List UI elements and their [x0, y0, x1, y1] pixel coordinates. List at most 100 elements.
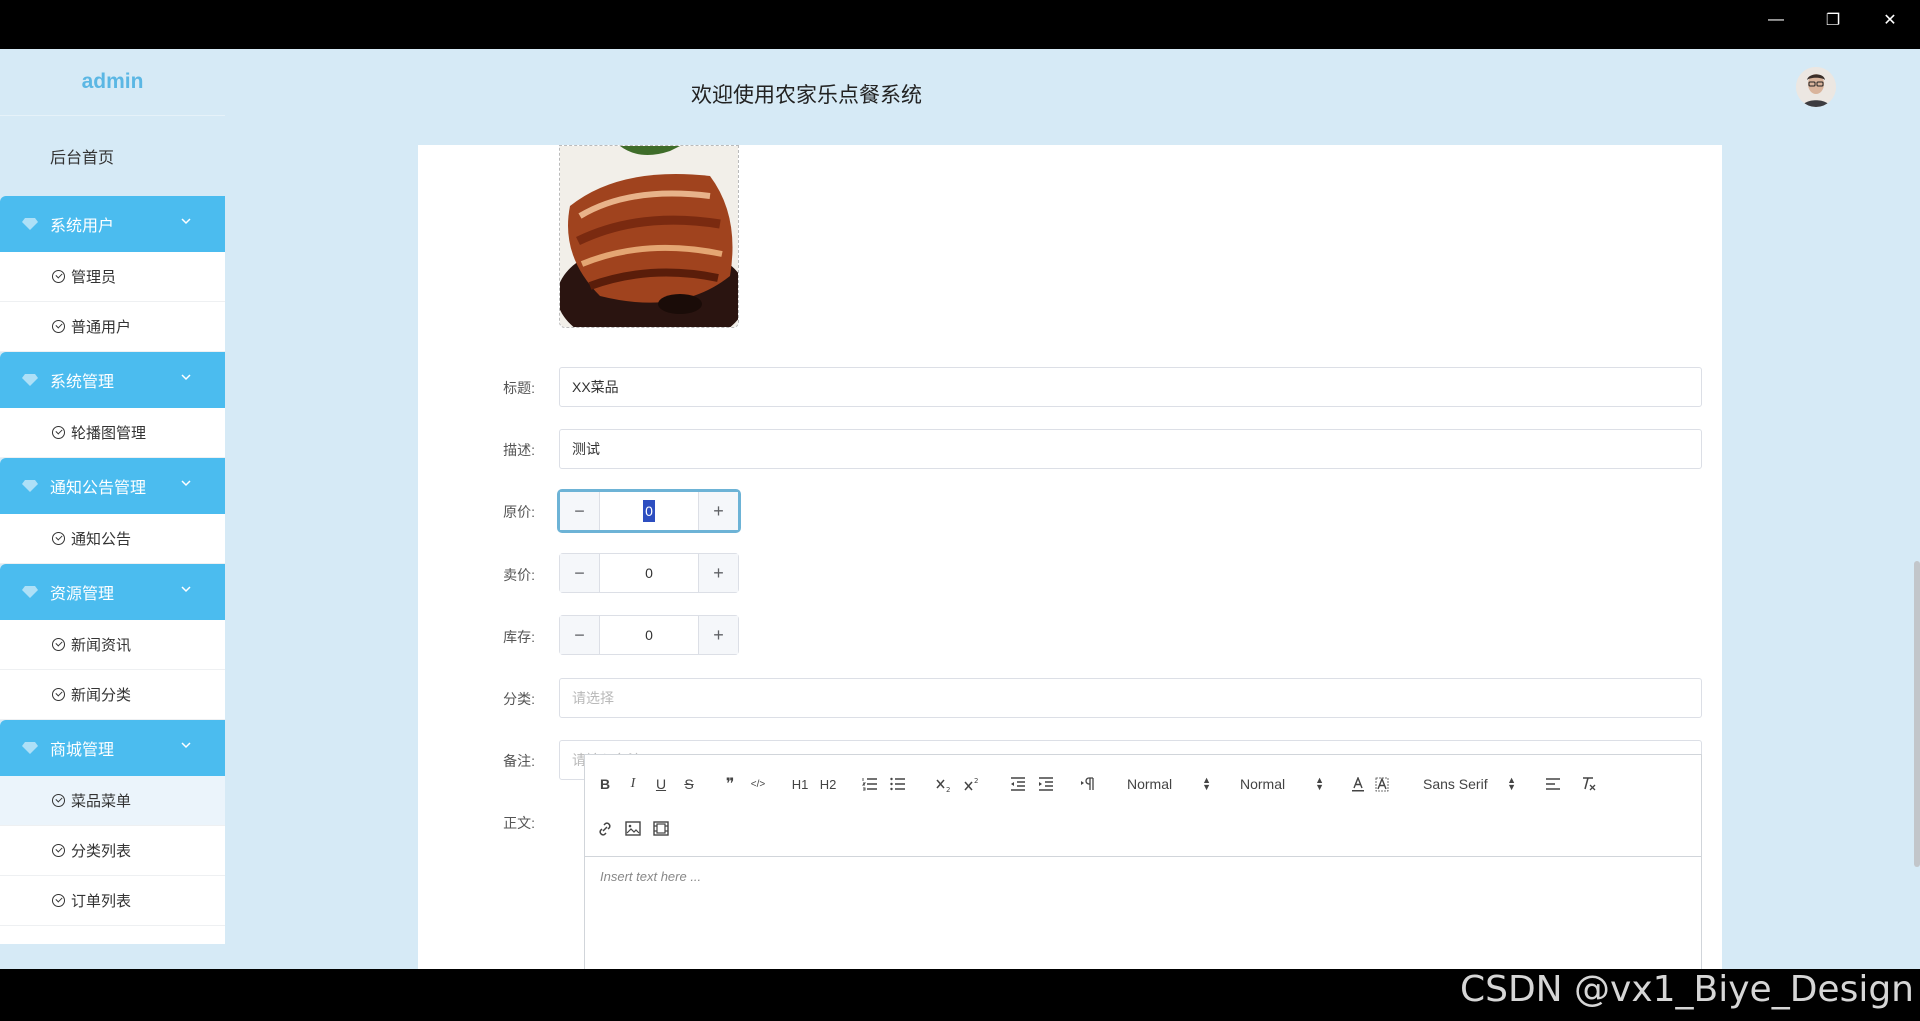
- remark-label: 备注:: [503, 753, 535, 769]
- stepper-value[interactable]: 0: [600, 492, 698, 530]
- select-value: Sans Serif: [1423, 776, 1488, 792]
- indent-icon[interactable]: [1038, 777, 1054, 791]
- align-left-icon[interactable]: [1545, 777, 1561, 791]
- link-icon[interactable]: [597, 821, 613, 837]
- decrement-button[interactable]: −: [560, 554, 600, 592]
- check-circle-icon: [52, 638, 65, 651]
- check-circle-icon: [52, 426, 65, 439]
- restore-button[interactable]: ❐: [1805, 0, 1861, 40]
- description-label: 描述:: [503, 442, 535, 458]
- dish-image-upload[interactable]: [559, 145, 739, 328]
- sidebar-item-label: 分类列表: [71, 843, 132, 860]
- diamond-icon: [22, 374, 38, 386]
- description-input[interactable]: 测试: [559, 429, 1702, 469]
- chevron-down-icon: [181, 480, 191, 487]
- title-input[interactable]: XX菜品: [559, 367, 1702, 407]
- image-icon[interactable]: [625, 821, 641, 836]
- ordered-list-icon[interactable]: [862, 777, 878, 791]
- diamond-icon: [22, 742, 38, 754]
- sidebar-item-carousel[interactable]: 轮播图管理: [0, 408, 225, 458]
- diamond-icon: [22, 480, 38, 492]
- superscript-icon[interactable]: 2: [963, 777, 981, 793]
- sidebar-group-label: 商城管理: [50, 742, 115, 759]
- sale-price-stepper[interactable]: − 0 +: [559, 553, 739, 593]
- chevron-down-icon: [181, 374, 191, 381]
- text-direction-icon[interactable]: [1080, 777, 1096, 791]
- sidebar-group-shop[interactable]: 商城管理: [0, 720, 225, 776]
- avatar[interactable]: [1796, 67, 1836, 107]
- sidebar-item-label: 普通用户: [71, 319, 132, 336]
- increment-button[interactable]: +: [698, 616, 738, 654]
- check-circle-icon: [52, 894, 65, 907]
- stock-stepper[interactable]: − 0 +: [559, 615, 739, 655]
- sidebar-item-home[interactable]: 后台首页: [0, 116, 225, 196]
- heading2-button[interactable]: H2: [818, 774, 838, 794]
- sidebar-footer: [0, 926, 225, 944]
- check-circle-icon: [52, 320, 65, 333]
- chevron-down-icon: [181, 586, 191, 593]
- code-block-button[interactable]: </>: [749, 774, 767, 794]
- sidebar-item-dish-menu[interactable]: 菜品菜单: [0, 776, 225, 826]
- select-value: Normal: [1240, 776, 1286, 792]
- text-color-icon[interactable]: [1351, 777, 1365, 792]
- sidebar-item-label: 新闻资讯: [71, 637, 132, 654]
- sidebar-item-label: 通知公告: [71, 531, 132, 548]
- sidebar-group-resources[interactable]: 资源管理: [0, 564, 225, 620]
- background-color-icon[interactable]: [1375, 777, 1389, 792]
- editor-toolbar: B I U S ❞ </> H1 H2 2 2 Normal ▲ ▼ Normal ▲…: [585, 755, 1701, 857]
- sidebar-item-category-list[interactable]: 分类列表: [0, 826, 225, 876]
- sidebar-item-label: 轮播图管理: [71, 425, 147, 442]
- svg-text:2: 2: [946, 786, 950, 793]
- video-icon[interactable]: [653, 821, 669, 836]
- minimize-button[interactable]: —: [1748, 0, 1804, 40]
- sidebar-group-users[interactable]: 系统用户: [0, 196, 225, 252]
- stepper-value[interactable]: 0: [600, 616, 698, 654]
- heading1-button[interactable]: H1: [790, 774, 810, 794]
- sidebar-item-users[interactable]: 普通用户: [0, 302, 225, 352]
- decrement-button[interactable]: −: [560, 616, 600, 654]
- category-label: 分类:: [503, 691, 535, 707]
- underline-button[interactable]: U: [653, 774, 669, 794]
- sidebar-group-system[interactable]: 系统管理: [0, 352, 225, 408]
- subscript-icon[interactable]: 2: [935, 777, 953, 793]
- sort-arrows-icon: ▲ ▼: [1507, 775, 1516, 792]
- original-price-stepper[interactable]: − 0 +: [557, 489, 741, 533]
- blockquote-button[interactable]: ❞: [721, 774, 739, 794]
- select-value: Normal: [1127, 776, 1173, 792]
- header-size-select[interactable]: Normal ▲ ▼: [1127, 774, 1211, 794]
- stock-label: 库存:: [503, 629, 535, 645]
- font-size-select[interactable]: Normal ▲ ▼: [1240, 774, 1324, 794]
- increment-button[interactable]: +: [698, 554, 738, 592]
- italic-button[interactable]: I: [625, 774, 641, 794]
- sidebar-group-notices[interactable]: 通知公告管理: [0, 458, 225, 514]
- sidebar-group-label: 系统用户: [50, 218, 115, 235]
- title-label: 标题:: [503, 380, 535, 396]
- sidebar-item-order-list[interactable]: 订单列表: [0, 876, 225, 926]
- stepper-value[interactable]: 0: [600, 554, 698, 592]
- scrollbar-thumb[interactable]: [1914, 561, 1920, 867]
- editor-placeholder[interactable]: Insert text here ...: [600, 869, 701, 884]
- sidebar-item-label: 菜品菜单: [71, 793, 132, 810]
- sale-price-label: 卖价:: [503, 567, 535, 583]
- strikethrough-button[interactable]: S: [681, 774, 697, 794]
- category-select[interactable]: 请选择: [559, 678, 1702, 718]
- increment-button[interactable]: +: [698, 492, 738, 530]
- decrement-button[interactable]: −: [560, 492, 600, 530]
- app-root: admin 后台首页 系统用户 管理员 普通用户 系统管理 轮播图管理 通知公告…: [0, 49, 1920, 969]
- watermark: CSDN @vx1_Biye_Design: [1459, 969, 1914, 1010]
- bold-button[interactable]: B: [597, 774, 613, 794]
- bullet-list-icon[interactable]: [890, 777, 906, 791]
- check-circle-icon: [52, 532, 65, 545]
- chevron-down-icon: [181, 742, 191, 749]
- check-circle-icon: [52, 688, 65, 701]
- clear-format-icon[interactable]: [1581, 776, 1597, 792]
- outdent-icon[interactable]: [1010, 777, 1026, 791]
- close-button[interactable]: ✕: [1862, 0, 1918, 40]
- sort-arrows-icon: ▲ ▼: [1315, 775, 1324, 792]
- check-circle-icon: [52, 794, 65, 807]
- font-family-select[interactable]: Sans Serif ▲ ▼: [1423, 774, 1516, 794]
- sidebar-item-news-category[interactable]: 新闻分类: [0, 670, 225, 720]
- sidebar-item-notice[interactable]: 通知公告: [0, 514, 225, 564]
- sidebar-item-news[interactable]: 新闻资讯: [0, 620, 225, 670]
- sidebar-item-admins[interactable]: 管理员: [0, 252, 225, 302]
